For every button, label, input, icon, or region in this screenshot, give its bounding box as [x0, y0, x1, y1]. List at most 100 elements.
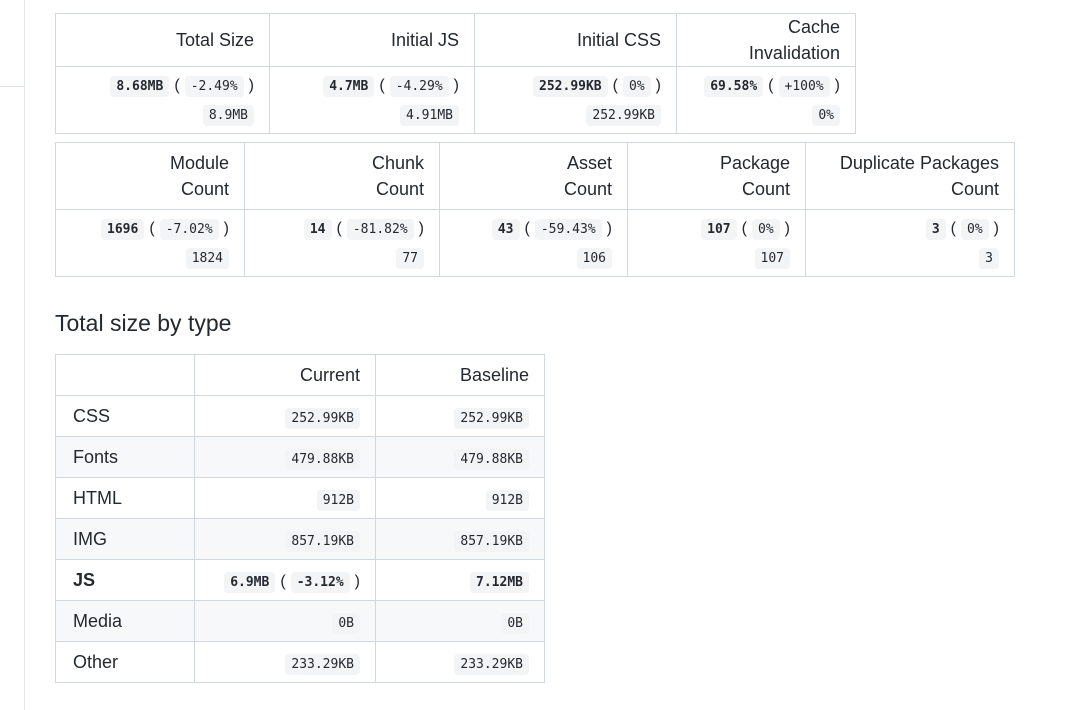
- baseline-value: 912B: [485, 489, 529, 511]
- summary-header-row: Total Size Initial JS Initial CSS Cache …: [55, 13, 856, 67]
- baseline-size-cell: 233.29KB: [375, 641, 545, 683]
- counts-value-row: 1696 ( -7.02% ) 1824 14 ( -81.82% ) 77 4…: [55, 209, 1015, 277]
- delta-value: 0%: [752, 219, 780, 240]
- baseline-value: 0%: [812, 105, 840, 126]
- asset-count-cell: 43 ( -59.43% ) 106: [439, 209, 628, 277]
- baseline-value: 233.29KB: [454, 653, 529, 675]
- delta-value: -2.49%: [184, 76, 244, 97]
- size-by-type-body: CSS 252.99KB 252.99KB Fonts 479.88KB 479.88KB…: [55, 395, 545, 683]
- header-type: [55, 354, 195, 396]
- delta-value: 0%: [623, 76, 651, 97]
- sidebar-edge: [0, 0, 25, 710]
- baseline-value: 77: [396, 248, 424, 269]
- table-row: HTML 912B 912B: [55, 477, 545, 519]
- header-initial-js: Initial JS: [269, 13, 475, 67]
- cache-invalidation-cell: 69.58% ( +100% ) 0%: [676, 66, 856, 134]
- current-value: 14: [303, 219, 332, 240]
- summary-value-row: 8.68MB ( -2.49% ) 8.9MB 4.7MB ( -4.29% )…: [55, 66, 856, 134]
- header-cache-invalidation: Cache Invalidation: [676, 13, 856, 67]
- summary-metrics-table: Total Size Initial JS Initial CSS Cache …: [55, 13, 856, 134]
- section-title-total-size-by-type: Total size by type: [55, 310, 232, 336]
- baseline-size-cell: 912B: [375, 477, 545, 519]
- baseline-size-cell: 0B: [375, 600, 545, 642]
- package-count-cell: 107 ( 0% ) 107: [627, 209, 806, 277]
- current-size-cell: 479.88KB: [194, 436, 376, 478]
- type-label: Media: [55, 600, 195, 642]
- baseline-size-cell: 252.99KB: [375, 395, 545, 437]
- baseline-value: 252.99KB: [454, 407, 529, 429]
- current-value: 3: [925, 219, 946, 240]
- current-size-cell: 0B: [194, 600, 376, 642]
- header-initial-css: Initial CSS: [474, 13, 677, 67]
- header-current: Current: [194, 354, 376, 396]
- header-chunk-count: Chunk Count: [244, 142, 440, 210]
- baseline-size-cell: 479.88KB: [375, 436, 545, 478]
- delta-value: -81.82%: [346, 219, 414, 240]
- baseline-value: 106: [576, 248, 612, 269]
- type-label: JS: [55, 559, 195, 601]
- table-row: Other 233.29KB 233.29KB: [55, 641, 545, 683]
- baseline-value: 479.88KB: [454, 448, 529, 470]
- module-count-cell: 1696 ( -7.02% ) 1824: [55, 209, 245, 277]
- table-row: CSS 252.99KB 252.99KB: [55, 395, 545, 437]
- header-duplicate-packages-count: Duplicate Packages Count: [805, 142, 1015, 210]
- delta-value: +100%: [778, 76, 830, 97]
- current-value: 857.19KB: [285, 530, 360, 552]
- current-size-cell: 6.9MB ( -3.12% ): [194, 559, 376, 601]
- baseline-size-cell: 7.12MB: [375, 559, 545, 601]
- header-package-count: Package Count: [627, 142, 806, 210]
- initial-js-cell: 4.7MB ( -4.29% ) 4.91MB: [269, 66, 475, 134]
- current-value: 912B: [316, 489, 360, 511]
- current-value: 252.99KB: [285, 407, 360, 429]
- size-by-type-table: Current Baseline CSS 252.99KB 252.99KB Font…: [55, 354, 545, 683]
- current-size-cell: 857.19KB: [194, 518, 376, 560]
- current-value: 252.99KB: [533, 76, 608, 97]
- baseline-value: 252.99KB: [586, 105, 661, 126]
- baseline-value: 0B: [501, 612, 529, 634]
- chunk-count-cell: 14 ( -81.82% ) 77: [244, 209, 440, 277]
- current-value: 1696: [101, 219, 145, 240]
- total-size-cell: 8.68MB ( -2.49% ) 8.9MB: [55, 66, 270, 134]
- current-value: 4.7MB: [323, 76, 375, 97]
- type-label: HTML: [55, 477, 195, 519]
- type-label: CSS: [55, 395, 195, 437]
- sidebar-divider: [0, 86, 24, 87]
- baseline-value: 1824: [185, 248, 229, 269]
- current-value: 479.88KB: [285, 448, 360, 470]
- delta-value: -59.43%: [534, 219, 602, 240]
- table-row: Media 0B 0B: [55, 600, 545, 642]
- initial-css-cell: 252.99KB ( 0% ) 252.99KB: [474, 66, 677, 134]
- header-asset-count: Asset Count: [439, 142, 628, 210]
- header-module-count: Module Count: [55, 142, 245, 210]
- delta-value: 0%: [961, 219, 989, 240]
- delta-value: -4.29%: [389, 76, 449, 97]
- delta-value: -7.02%: [159, 219, 219, 240]
- baseline-size-cell: 857.19KB: [375, 518, 545, 560]
- baseline-value: 3: [979, 248, 999, 269]
- current-value: 0B: [332, 612, 360, 634]
- type-label: IMG: [55, 518, 195, 560]
- counts-header-row: Module Count Chunk Count Asset Count Packag…: [55, 142, 1015, 210]
- baseline-value: 107: [754, 248, 790, 269]
- current-size-cell: 252.99KB: [194, 395, 376, 437]
- current-value: 69.58%: [704, 76, 764, 97]
- counts-table: Module Count Chunk Count Asset Count Packag…: [55, 142, 1015, 277]
- type-label: Fonts: [55, 436, 195, 478]
- table-row: Fonts 479.88KB 479.88KB: [55, 436, 545, 478]
- current-value: 107: [701, 219, 737, 240]
- baseline-value: 8.9MB: [202, 105, 254, 126]
- baseline-value: 4.91MB: [400, 105, 459, 126]
- type-label: Other: [55, 641, 195, 683]
- header-baseline: Baseline: [375, 354, 545, 396]
- baseline-value: 7.12MB: [470, 571, 529, 593]
- table-row: JS 6.9MB ( -3.12% ) 7.12MB: [55, 559, 545, 601]
- current-size-cell: 912B: [194, 477, 376, 519]
- current-value: 8.68MB: [110, 76, 170, 97]
- current-size-cell: 233.29KB: [194, 641, 376, 683]
- delta-value: -3.12%: [290, 571, 350, 593]
- current-value: 233.29KB: [285, 653, 360, 675]
- size-by-type-header-row: Current Baseline: [55, 354, 545, 396]
- baseline-value: 857.19KB: [454, 530, 529, 552]
- current-value: 43: [491, 219, 520, 240]
- header-total-size: Total Size: [55, 13, 270, 67]
